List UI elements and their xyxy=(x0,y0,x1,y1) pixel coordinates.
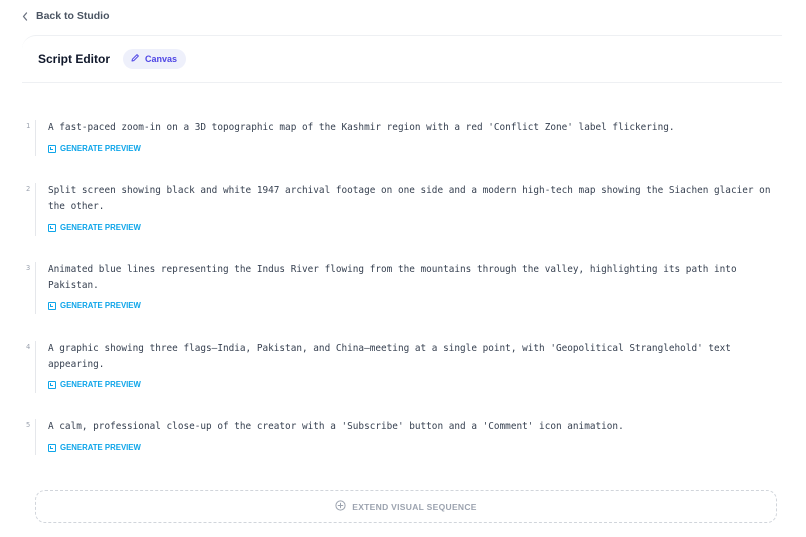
scene-item: 3 Animated blue lines representing the I… xyxy=(22,262,792,314)
generate-preview-button[interactable]: GENERATE PREVIEW xyxy=(48,144,141,153)
scene-text[interactable]: Split screen showing black and white 194… xyxy=(48,183,778,215)
image-preview-icon xyxy=(48,443,56,452)
canvas-label: Canvas xyxy=(145,54,178,64)
editor-header: Script Editor Canvas xyxy=(22,35,782,83)
pencil-icon xyxy=(130,53,140,65)
generate-preview-label: GENERATE PREVIEW xyxy=(60,301,141,310)
generate-preview-label: GENERATE PREVIEW xyxy=(60,443,141,452)
image-preview-icon xyxy=(48,223,56,232)
image-preview-icon xyxy=(48,380,56,389)
scene-number: 2 xyxy=(26,185,31,193)
generate-preview-button[interactable]: GENERATE PREVIEW xyxy=(48,223,141,232)
generate-preview-label: GENERATE PREVIEW xyxy=(60,144,141,153)
generate-preview-button[interactable]: GENERATE PREVIEW xyxy=(48,443,141,452)
scene-divider xyxy=(35,183,36,236)
scene-divider xyxy=(35,341,36,393)
generate-preview-label: GENERATE PREVIEW xyxy=(60,223,141,232)
scene-divider xyxy=(35,262,36,314)
scene-number: 3 xyxy=(26,264,31,272)
scene-number: 4 xyxy=(26,343,31,351)
scene-text[interactable]: A fast-paced zoom-in on a 3D topographic… xyxy=(48,120,778,136)
scene-text[interactable]: A graphic showing three flags—India, Pak… xyxy=(48,341,778,373)
scene-number: 5 xyxy=(26,421,31,429)
scene-divider xyxy=(35,419,36,455)
canvas-button[interactable]: Canvas xyxy=(123,49,187,69)
scene-text[interactable]: A calm, professional close-up of the cre… xyxy=(48,419,778,435)
generate-preview-label: GENERATE PREVIEW xyxy=(60,380,141,389)
scene-number: 1 xyxy=(26,122,31,130)
scene-item: 5 A calm, professional close-up of the c… xyxy=(22,419,792,455)
back-label: Back to Studio xyxy=(36,10,110,22)
scene-item: 1 A fast-paced zoom-in on a 3D topograph… xyxy=(22,120,792,156)
scene-item: 2 Split screen showing black and white 1… xyxy=(22,183,792,236)
plus-circle-icon xyxy=(335,500,346,513)
extend-visual-sequence-button[interactable]: EXTEND VISUAL SEQUENCE xyxy=(35,490,777,523)
extend-label: EXTEND VISUAL SEQUENCE xyxy=(352,501,477,512)
image-preview-icon xyxy=(48,144,56,153)
page-title: Script Editor xyxy=(38,52,111,66)
generate-preview-button[interactable]: GENERATE PREVIEW xyxy=(48,301,141,310)
scene-text[interactable]: Animated blue lines representing the Ind… xyxy=(48,262,778,294)
image-preview-icon xyxy=(48,301,56,310)
chevron-left-icon xyxy=(22,11,28,21)
scene-divider xyxy=(35,120,36,156)
back-to-studio-link[interactable]: Back to Studio xyxy=(22,8,110,24)
scene-item: 4 A graphic showing three flags—India, P… xyxy=(22,341,792,393)
generate-preview-button[interactable]: GENERATE PREVIEW xyxy=(48,380,141,389)
